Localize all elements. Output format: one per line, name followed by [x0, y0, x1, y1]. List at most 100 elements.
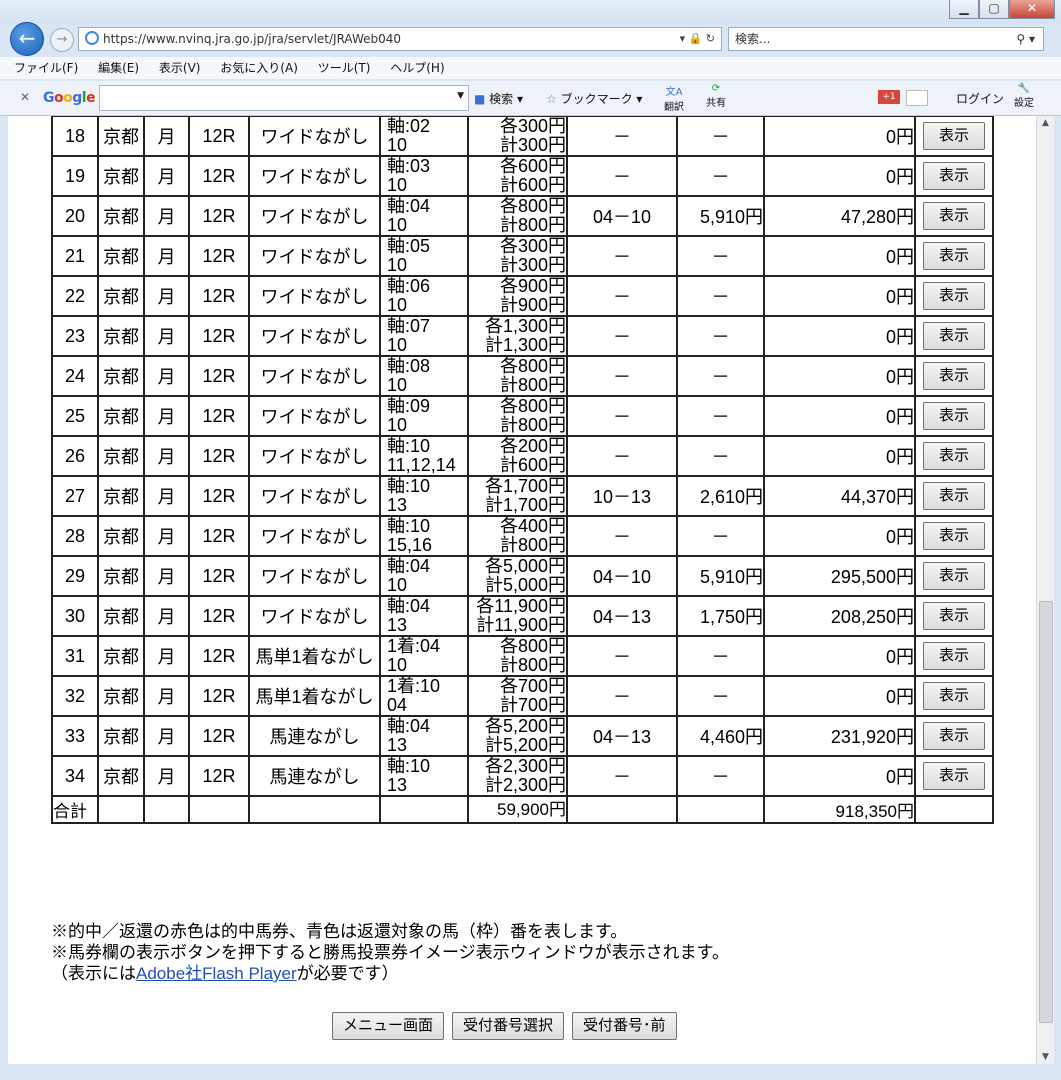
view-button[interactable]: 表示 [923, 642, 985, 670]
cell-hit: － [566, 315, 678, 357]
cell-day: 月 [143, 315, 190, 357]
search-icon[interactable]: ⚲ ▾ [1016, 28, 1035, 50]
amount-line: 計600円 [499, 175, 566, 195]
amount-line: 各300円 [499, 116, 566, 136]
menu-edit[interactable]: 編集(E) [98, 61, 139, 75]
cell-return: 0円 [763, 355, 916, 397]
amount-line: 計300円 [499, 255, 566, 275]
menu-favorites[interactable]: お気に入り(A) [220, 61, 298, 75]
horse-line: 10 [387, 215, 408, 235]
forward-button[interactable]: → [50, 28, 74, 52]
amount-line: 計1,300円 [484, 335, 566, 355]
cell-horses: 軸:07 10 [379, 315, 469, 357]
google-icon: ■ [474, 92, 486, 106]
vertical-scrollbar[interactable]: ▲ ▼ [1036, 116, 1054, 1064]
search-box[interactable]: 検索... ⚲ ▾ [728, 27, 1044, 51]
google-plus-icon[interactable]: +1 [878, 90, 900, 104]
translate-button[interactable]: 文A 翻訳 [664, 83, 684, 113]
scroll-down-icon[interactable]: ▼ [1037, 1052, 1054, 1062]
cell-view: 表示 [914, 435, 994, 477]
cell-view: 表示 [914, 116, 994, 157]
view-button[interactable]: 表示 [923, 322, 985, 350]
google-search-input[interactable]: ▼ [99, 85, 469, 111]
close-button[interactable]: ✕ [1009, 0, 1055, 19]
cell-race: 12R [188, 675, 250, 717]
cell-venue: 京都 [97, 116, 145, 157]
cell-bet-type: ワイドながし [248, 235, 381, 277]
cell-day: 月 [143, 116, 190, 157]
bookmark-button[interactable]: ☆ ブックマーク ▾ [546, 90, 642, 107]
amount-line: 計11,900円 [476, 615, 566, 635]
login-link[interactable]: ログイン [956, 90, 1004, 107]
scroll-thumb[interactable] [1039, 601, 1053, 1023]
google-search-button[interactable]: ■ 検索 ▾ [474, 90, 523, 107]
view-button[interactable]: 表示 [923, 122, 985, 150]
view-button[interactable]: 表示 [923, 722, 985, 750]
view-button[interactable]: 表示 [923, 602, 985, 630]
view-button[interactable]: 表示 [923, 162, 985, 190]
receipt-select-button[interactable]: 受付番号選択 [452, 1012, 565, 1040]
cell-race: 12R [188, 116, 250, 157]
menu-screen-button[interactable]: メニュー画面 [332, 1012, 445, 1040]
cell-horses: 軸:03 10 [379, 155, 469, 197]
cell-venue: 京都 [97, 155, 145, 197]
cell-return: 295,500円 [763, 555, 916, 597]
view-button[interactable]: 表示 [923, 762, 985, 790]
cell-day: 月 [143, 195, 190, 237]
menu-tools[interactable]: ツール(T) [318, 61, 371, 75]
receipt-prev-button[interactable]: 受付番号･前 [572, 1012, 677, 1040]
cell-bet-type: ワイドながし [248, 395, 381, 437]
cell-day: 月 [143, 235, 190, 277]
table-row: 33 京都月 12R 馬連ながし 軸:04 13 各5,200円 計5,200円 04－13 4,… [51, 715, 994, 757]
view-button[interactable]: 表示 [923, 562, 985, 590]
settings-button[interactable]: 🔧 設定 [1014, 83, 1034, 109]
minimize-button[interactable]: ▁ [949, 0, 979, 19]
scroll-up-icon[interactable]: ▲ [1037, 118, 1054, 128]
view-button[interactable]: 表示 [923, 202, 985, 230]
view-button[interactable]: 表示 [923, 362, 985, 390]
table-row: 21 京都月 12R ワイドながし 軸:05 10 各300円 計300円－－ 0円 表示 [51, 235, 994, 277]
cell-amount: 各800円 計800円 [467, 195, 568, 237]
cell-payout: － [676, 315, 765, 357]
cell-race: 12R [188, 315, 250, 357]
cell-hit: － [566, 155, 678, 197]
amount-line: 計5,200円 [484, 735, 566, 755]
cell-day: 月 [143, 715, 190, 757]
bottom-buttons: メニュー画面 受付番号選択 受付番号･前 [332, 1012, 677, 1040]
cell-view: 表示 [914, 195, 994, 237]
cell-payout: 5,910円 [676, 195, 765, 237]
chevron-down-icon[interactable]: ▼ [457, 91, 464, 101]
cell-amount: 各5,000円 計5,000円 [467, 555, 568, 597]
cell-return: 0円 [763, 395, 916, 437]
cell-number: 25 [51, 395, 99, 437]
cell-hit: － [566, 435, 678, 477]
flash-player-link[interactable]: Adobe社Flash Player [136, 964, 297, 983]
view-button[interactable]: 表示 [923, 482, 985, 510]
view-button[interactable]: 表示 [923, 242, 985, 270]
cell-day: 月 [143, 435, 190, 477]
cell-hit: － [566, 395, 678, 437]
cell-horses: 軸:10 13 [379, 475, 469, 517]
notes: ※的中／返還の赤色は的中馬券、青色は返還対象の馬（枠）番を表します。 ※馬券欄の… [51, 921, 729, 984]
share-button[interactable]: ⟳ 共有 [706, 83, 726, 109]
menu-help[interactable]: ヘルプ(H) [390, 61, 444, 75]
cell-hit: 10－13 [566, 475, 678, 517]
view-button[interactable]: 表示 [923, 522, 985, 550]
horse-line: 軸:03 [387, 156, 431, 176]
menu-view[interactable]: 表示(V) [159, 61, 201, 75]
close-toolbar-icon[interactable]: ✕ [20, 90, 30, 104]
cell-day: 月 [143, 475, 190, 517]
menu-file[interactable]: ファイル(F) [14, 61, 78, 75]
notification-box[interactable] [906, 90, 928, 106]
view-button[interactable]: 表示 [923, 442, 985, 470]
address-bar[interactable]: https://www.nvinq.jra.go.jp/jra/servlet/… [78, 27, 722, 51]
view-button[interactable]: 表示 [923, 682, 985, 710]
view-button[interactable]: 表示 [923, 402, 985, 430]
maximize-button[interactable]: ▢ [979, 0, 1009, 19]
back-button[interactable]: ← [10, 22, 44, 56]
cell-venue: 京都 [97, 515, 145, 557]
view-button[interactable]: 表示 [923, 282, 985, 310]
star-icon: ☆ [546, 92, 557, 106]
amount-line: 計800円 [499, 655, 566, 675]
cell-number: 34 [51, 755, 99, 797]
